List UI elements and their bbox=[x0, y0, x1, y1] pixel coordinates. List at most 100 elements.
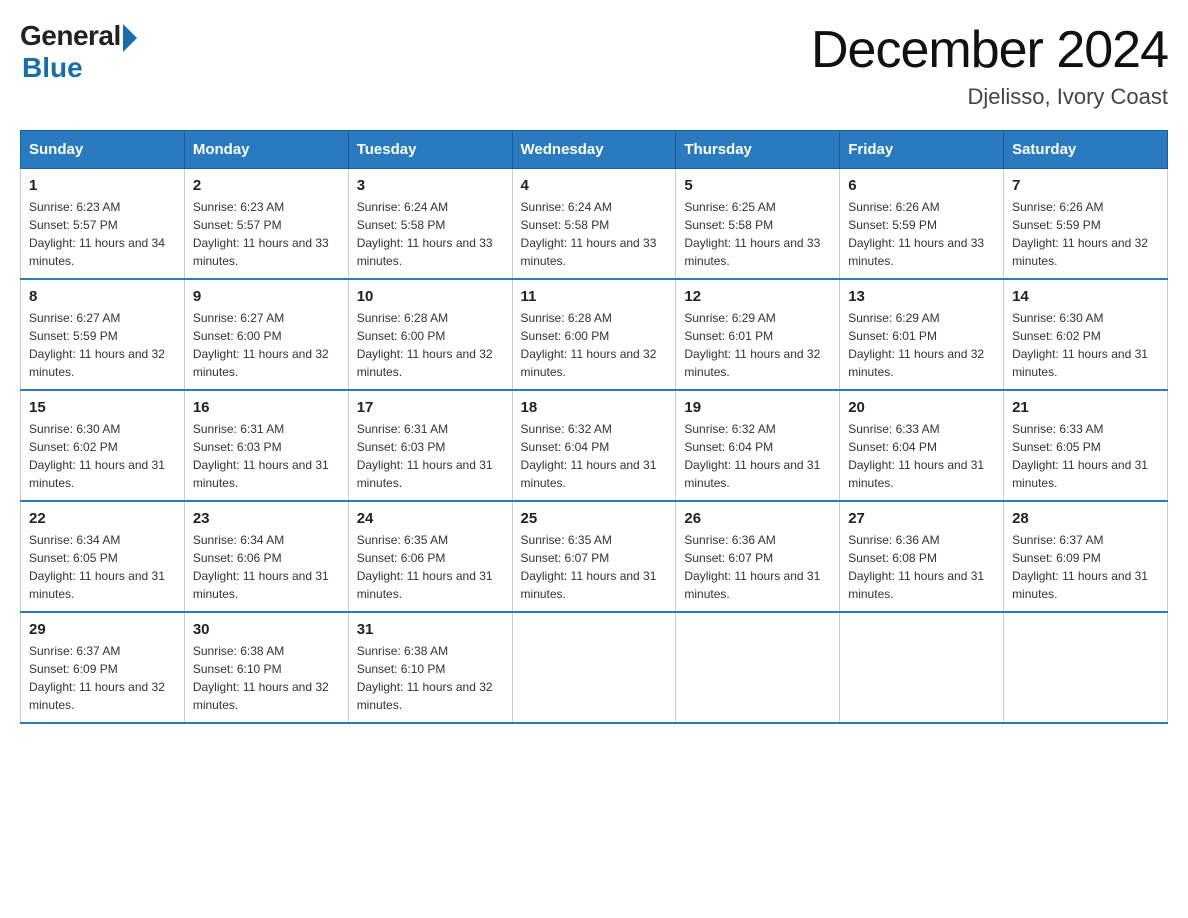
table-row bbox=[512, 612, 676, 723]
table-row: 5 Sunrise: 6:25 AM Sunset: 5:58 PM Dayli… bbox=[676, 169, 840, 280]
table-row: 19 Sunrise: 6:32 AM Sunset: 6:04 PM Dayl… bbox=[676, 390, 840, 501]
day-info: Sunrise: 6:31 AM Sunset: 6:03 PM Dayligh… bbox=[357, 420, 504, 492]
day-number: 15 bbox=[29, 399, 176, 416]
logo-arrow-icon bbox=[123, 24, 137, 52]
header-tuesday: Tuesday bbox=[348, 131, 512, 169]
calendar-table: Sunday Monday Tuesday Wednesday Thursday… bbox=[20, 130, 1168, 724]
table-row: 27 Sunrise: 6:36 AM Sunset: 6:08 PM Dayl… bbox=[840, 501, 1004, 612]
day-info: Sunrise: 6:24 AM Sunset: 5:58 PM Dayligh… bbox=[521, 198, 668, 270]
day-number: 20 bbox=[848, 399, 995, 416]
page-header: General Blue December 2024 Djelisso, Ivo… bbox=[20, 20, 1168, 110]
day-info: Sunrise: 6:38 AM Sunset: 6:10 PM Dayligh… bbox=[357, 642, 504, 714]
day-info: Sunrise: 6:26 AM Sunset: 5:59 PM Dayligh… bbox=[1012, 198, 1159, 270]
day-number: 22 bbox=[29, 510, 176, 527]
logo-general: General bbox=[20, 20, 121, 52]
calendar-header-row: Sunday Monday Tuesday Wednesday Thursday… bbox=[21, 131, 1168, 169]
table-row: 24 Sunrise: 6:35 AM Sunset: 6:06 PM Dayl… bbox=[348, 501, 512, 612]
day-number: 26 bbox=[684, 510, 831, 527]
logo-blue: Blue bbox=[22, 52, 83, 84]
table-row: 1 Sunrise: 6:23 AM Sunset: 5:57 PM Dayli… bbox=[21, 169, 185, 280]
day-number: 17 bbox=[357, 399, 504, 416]
day-number: 23 bbox=[193, 510, 340, 527]
title-block: December 2024 Djelisso, Ivory Coast bbox=[811, 20, 1168, 110]
header-friday: Friday bbox=[840, 131, 1004, 169]
table-row: 30 Sunrise: 6:38 AM Sunset: 6:10 PM Dayl… bbox=[184, 612, 348, 723]
calendar-week-row: 22 Sunrise: 6:34 AM Sunset: 6:05 PM Dayl… bbox=[21, 501, 1168, 612]
table-row: 12 Sunrise: 6:29 AM Sunset: 6:01 PM Dayl… bbox=[676, 279, 840, 390]
day-number: 1 bbox=[29, 177, 176, 194]
day-number: 3 bbox=[357, 177, 504, 194]
table-row: 4 Sunrise: 6:24 AM Sunset: 5:58 PM Dayli… bbox=[512, 169, 676, 280]
day-info: Sunrise: 6:28 AM Sunset: 6:00 PM Dayligh… bbox=[521, 309, 668, 381]
table-row: 13 Sunrise: 6:29 AM Sunset: 6:01 PM Dayl… bbox=[840, 279, 1004, 390]
day-number: 9 bbox=[193, 288, 340, 305]
day-info: Sunrise: 6:32 AM Sunset: 6:04 PM Dayligh… bbox=[684, 420, 831, 492]
table-row: 17 Sunrise: 6:31 AM Sunset: 6:03 PM Dayl… bbox=[348, 390, 512, 501]
table-row: 20 Sunrise: 6:33 AM Sunset: 6:04 PM Dayl… bbox=[840, 390, 1004, 501]
day-number: 14 bbox=[1012, 288, 1159, 305]
day-info: Sunrise: 6:36 AM Sunset: 6:07 PM Dayligh… bbox=[684, 531, 831, 603]
table-row: 2 Sunrise: 6:23 AM Sunset: 5:57 PM Dayli… bbox=[184, 169, 348, 280]
table-row: 14 Sunrise: 6:30 AM Sunset: 6:02 PM Dayl… bbox=[1004, 279, 1168, 390]
calendar-week-row: 1 Sunrise: 6:23 AM Sunset: 5:57 PM Dayli… bbox=[21, 169, 1168, 280]
table-row: 23 Sunrise: 6:34 AM Sunset: 6:06 PM Dayl… bbox=[184, 501, 348, 612]
table-row: 31 Sunrise: 6:38 AM Sunset: 6:10 PM Dayl… bbox=[348, 612, 512, 723]
table-row: 9 Sunrise: 6:27 AM Sunset: 6:00 PM Dayli… bbox=[184, 279, 348, 390]
day-number: 25 bbox=[521, 510, 668, 527]
day-info: Sunrise: 6:36 AM Sunset: 6:08 PM Dayligh… bbox=[848, 531, 995, 603]
table-row: 10 Sunrise: 6:28 AM Sunset: 6:00 PM Dayl… bbox=[348, 279, 512, 390]
day-number: 2 bbox=[193, 177, 340, 194]
table-row: 21 Sunrise: 6:33 AM Sunset: 6:05 PM Dayl… bbox=[1004, 390, 1168, 501]
day-number: 6 bbox=[848, 177, 995, 194]
day-number: 7 bbox=[1012, 177, 1159, 194]
table-row: 11 Sunrise: 6:28 AM Sunset: 6:00 PM Dayl… bbox=[512, 279, 676, 390]
day-info: Sunrise: 6:34 AM Sunset: 6:06 PM Dayligh… bbox=[193, 531, 340, 603]
day-info: Sunrise: 6:29 AM Sunset: 6:01 PM Dayligh… bbox=[684, 309, 831, 381]
header-thursday: Thursday bbox=[676, 131, 840, 169]
table-row: 22 Sunrise: 6:34 AM Sunset: 6:05 PM Dayl… bbox=[21, 501, 185, 612]
day-number: 31 bbox=[357, 621, 504, 638]
day-number: 4 bbox=[521, 177, 668, 194]
table-row: 8 Sunrise: 6:27 AM Sunset: 5:59 PM Dayli… bbox=[21, 279, 185, 390]
table-row: 6 Sunrise: 6:26 AM Sunset: 5:59 PM Dayli… bbox=[840, 169, 1004, 280]
day-number: 29 bbox=[29, 621, 176, 638]
table-row: 28 Sunrise: 6:37 AM Sunset: 6:09 PM Dayl… bbox=[1004, 501, 1168, 612]
table-row: 25 Sunrise: 6:35 AM Sunset: 6:07 PM Dayl… bbox=[512, 501, 676, 612]
day-number: 16 bbox=[193, 399, 340, 416]
day-number: 13 bbox=[848, 288, 995, 305]
day-info: Sunrise: 6:33 AM Sunset: 6:05 PM Dayligh… bbox=[1012, 420, 1159, 492]
table-row: 15 Sunrise: 6:30 AM Sunset: 6:02 PM Dayl… bbox=[21, 390, 185, 501]
day-info: Sunrise: 6:31 AM Sunset: 6:03 PM Dayligh… bbox=[193, 420, 340, 492]
day-info: Sunrise: 6:32 AM Sunset: 6:04 PM Dayligh… bbox=[521, 420, 668, 492]
day-number: 18 bbox=[521, 399, 668, 416]
day-number: 12 bbox=[684, 288, 831, 305]
day-info: Sunrise: 6:26 AM Sunset: 5:59 PM Dayligh… bbox=[848, 198, 995, 270]
day-info: Sunrise: 6:24 AM Sunset: 5:58 PM Dayligh… bbox=[357, 198, 504, 270]
location: Djelisso, Ivory Coast bbox=[811, 84, 1168, 110]
day-info: Sunrise: 6:28 AM Sunset: 6:00 PM Dayligh… bbox=[357, 309, 504, 381]
day-info: Sunrise: 6:38 AM Sunset: 6:10 PM Dayligh… bbox=[193, 642, 340, 714]
day-info: Sunrise: 6:35 AM Sunset: 6:06 PM Dayligh… bbox=[357, 531, 504, 603]
header-saturday: Saturday bbox=[1004, 131, 1168, 169]
calendar-week-row: 15 Sunrise: 6:30 AM Sunset: 6:02 PM Dayl… bbox=[21, 390, 1168, 501]
day-number: 19 bbox=[684, 399, 831, 416]
day-info: Sunrise: 6:27 AM Sunset: 6:00 PM Dayligh… bbox=[193, 309, 340, 381]
day-info: Sunrise: 6:30 AM Sunset: 6:02 PM Dayligh… bbox=[29, 420, 176, 492]
logo: General Blue bbox=[20, 20, 137, 84]
day-info: Sunrise: 6:27 AM Sunset: 5:59 PM Dayligh… bbox=[29, 309, 176, 381]
header-sunday: Sunday bbox=[21, 131, 185, 169]
table-row: 16 Sunrise: 6:31 AM Sunset: 6:03 PM Dayl… bbox=[184, 390, 348, 501]
calendar-week-row: 29 Sunrise: 6:37 AM Sunset: 6:09 PM Dayl… bbox=[21, 612, 1168, 723]
table-row: 7 Sunrise: 6:26 AM Sunset: 5:59 PM Dayli… bbox=[1004, 169, 1168, 280]
day-number: 10 bbox=[357, 288, 504, 305]
day-info: Sunrise: 6:25 AM Sunset: 5:58 PM Dayligh… bbox=[684, 198, 831, 270]
day-info: Sunrise: 6:37 AM Sunset: 6:09 PM Dayligh… bbox=[29, 642, 176, 714]
calendar-week-row: 8 Sunrise: 6:27 AM Sunset: 5:59 PM Dayli… bbox=[21, 279, 1168, 390]
table-row bbox=[1004, 612, 1168, 723]
header-monday: Monday bbox=[184, 131, 348, 169]
day-number: 8 bbox=[29, 288, 176, 305]
day-info: Sunrise: 6:35 AM Sunset: 6:07 PM Dayligh… bbox=[521, 531, 668, 603]
day-info: Sunrise: 6:23 AM Sunset: 5:57 PM Dayligh… bbox=[29, 198, 176, 270]
table-row: 18 Sunrise: 6:32 AM Sunset: 6:04 PM Dayl… bbox=[512, 390, 676, 501]
day-info: Sunrise: 6:23 AM Sunset: 5:57 PM Dayligh… bbox=[193, 198, 340, 270]
